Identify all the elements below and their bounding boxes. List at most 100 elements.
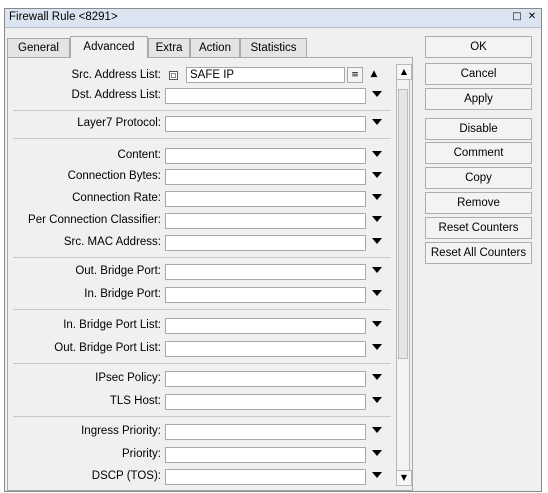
- divider: [13, 257, 391, 258]
- priority-field[interactable]: [165, 447, 366, 463]
- tab-general[interactable]: General: [7, 38, 70, 57]
- tab-advanced[interactable]: Advanced: [70, 36, 148, 58]
- negate-checkbox[interactable]: [169, 71, 178, 80]
- comment-button[interactable]: Comment: [425, 142, 532, 164]
- scroll-down-icon[interactable]: ▼: [396, 470, 412, 486]
- dropdown-arrow-icon[interactable]: [372, 119, 382, 125]
- divider: [13, 416, 391, 417]
- disable-button[interactable]: Disable: [425, 118, 532, 140]
- out-bridge-port-row: Out. Bridge Port:: [8, 264, 388, 282]
- per-connection-classifier-row: Per Connection Classifier:: [8, 213, 388, 231]
- dropdown-arrow-icon[interactable]: [372, 450, 382, 456]
- priority-label: Priority:: [122, 448, 161, 460]
- title-bar[interactable]: Firewall Rule <8291> □ ✕: [5, 9, 541, 28]
- dscp-tos-field[interactable]: [165, 469, 366, 485]
- connection-rate-label: Connection Rate:: [72, 192, 161, 204]
- tls-host-field[interactable]: [165, 394, 366, 410]
- dropdown-arrow-icon[interactable]: [372, 472, 382, 478]
- ingress-priority-field[interactable]: [165, 424, 366, 440]
- per-connection-classifier-field[interactable]: [165, 213, 366, 229]
- dropdown-arrow-icon[interactable]: [372, 91, 382, 97]
- in-bridge-port-label: In. Bridge Port:: [84, 288, 161, 300]
- ingress-priority-row: Ingress Priority:: [8, 424, 388, 442]
- dropdown-arrow-icon[interactable]: [372, 427, 382, 433]
- connection-bytes-field[interactable]: [165, 169, 366, 185]
- connection-rate-row: Connection Rate:: [8, 191, 388, 209]
- in-bridge-port-field[interactable]: [165, 287, 366, 303]
- tab-statistics[interactable]: Statistics: [240, 38, 307, 57]
- dst-address-list-label: Dst. Address List:: [71, 89, 161, 101]
- dscp-tos-label: DSCP (TOS):: [91, 470, 161, 482]
- copy-button[interactable]: Copy: [425, 167, 532, 189]
- tls-host-label: TLS Host:: [109, 395, 161, 407]
- ipsec-policy-field[interactable]: [165, 371, 366, 387]
- divider: [13, 309, 391, 310]
- ipsec-policy-label: IPsec Policy:: [95, 372, 161, 384]
- dst-address-list-row: Dst. Address List:: [8, 88, 388, 106]
- content-field[interactable]: [165, 148, 366, 164]
- priority-row: Priority:: [8, 447, 388, 465]
- scrollbar-thumb[interactable]: [398, 89, 408, 359]
- ingress-priority-label: Ingress Priority:: [81, 425, 161, 437]
- connection-rate-field[interactable]: [165, 191, 366, 207]
- close-icon[interactable]: ✕: [526, 11, 538, 23]
- out-bridge-port-list-field[interactable]: [165, 341, 366, 357]
- content-row: Content:: [8, 148, 388, 166]
- dropdown-arrow-icon[interactable]: [372, 374, 382, 380]
- layer7-protocol-row: Layer7 Protocol:: [8, 116, 388, 134]
- out-bridge-port-field[interactable]: [165, 264, 366, 280]
- tab-extra[interactable]: Extra: [148, 38, 190, 57]
- divider: [13, 363, 391, 364]
- advanced-panel: Src. Address List: SAFE IP ≡ ▲ Dst. Addr…: [7, 57, 413, 491]
- ok-button[interactable]: OK: [425, 36, 532, 58]
- connection-bytes-label: Connection Bytes:: [67, 170, 161, 182]
- dropdown-arrow-icon[interactable]: [372, 151, 382, 157]
- src-address-list-row: Src. Address List: SAFE IP ≡ ▲: [8, 67, 388, 86]
- dscp-tos-row: DSCP (TOS):: [8, 469, 388, 487]
- in-bridge-port-list-field[interactable]: [165, 318, 366, 334]
- divider: [13, 138, 391, 139]
- reset-counters-button[interactable]: Reset Counters: [425, 217, 532, 239]
- restore-icon[interactable]: □: [511, 11, 523, 23]
- list-menu-icon[interactable]: ≡: [347, 67, 363, 83]
- connection-bytes-row: Connection Bytes:: [8, 169, 388, 187]
- in-bridge-port-row: In. Bridge Port:: [8, 287, 388, 305]
- src-address-list-field[interactable]: SAFE IP: [186, 67, 345, 83]
- apply-button[interactable]: Apply: [425, 88, 532, 110]
- dropdown-arrow-icon[interactable]: [372, 194, 382, 200]
- remove-button[interactable]: Remove: [425, 192, 532, 214]
- scroll-up-icon[interactable]: ▲: [396, 64, 412, 80]
- dropdown-arrow-icon[interactable]: [372, 344, 382, 350]
- cancel-button[interactable]: Cancel: [425, 63, 532, 85]
- ipsec-policy-row: IPsec Policy:: [8, 371, 388, 389]
- dst-address-list-field[interactable]: [165, 88, 366, 104]
- collapse-field-icon[interactable]: ▲: [366, 67, 382, 83]
- dropdown-arrow-icon[interactable]: [372, 172, 382, 178]
- src-address-list-label: Src. Address List:: [71, 69, 161, 81]
- out-bridge-port-label: Out. Bridge Port:: [75, 265, 161, 277]
- reset-all-counters-button[interactable]: Reset All Counters: [425, 242, 532, 264]
- dropdown-arrow-icon[interactable]: [372, 216, 382, 222]
- vertical-scrollbar[interactable]: ▲ ▼: [396, 64, 412, 486]
- dropdown-arrow-icon[interactable]: [372, 321, 382, 327]
- src-mac-address-field[interactable]: [165, 235, 366, 251]
- window-title: Firewall Rule <8291>: [9, 11, 118, 23]
- dropdown-arrow-icon[interactable]: [372, 238, 382, 244]
- dropdown-arrow-icon[interactable]: [372, 267, 382, 273]
- tab-action[interactable]: Action: [190, 38, 240, 57]
- layer7-protocol-field[interactable]: [165, 116, 366, 132]
- firewall-rule-window: Firewall Rule <8291> □ ✕ General Advance…: [4, 8, 542, 492]
- per-connection-classifier-label: Per Connection Classifier:: [28, 214, 161, 226]
- dropdown-arrow-icon[interactable]: [372, 290, 382, 296]
- out-bridge-port-list-row: Out. Bridge Port List:: [8, 341, 388, 359]
- divider: [13, 110, 391, 111]
- src-mac-address-row: Src. MAC Address:: [8, 235, 388, 253]
- in-bridge-port-list-row: In. Bridge Port List:: [8, 318, 388, 336]
- content-label: Content:: [117, 149, 161, 161]
- src-mac-address-label: Src. MAC Address:: [63, 236, 161, 248]
- layer7-protocol-label: Layer7 Protocol:: [77, 117, 161, 129]
- dropdown-arrow-icon[interactable]: [372, 397, 382, 403]
- in-bridge-port-list-label: In. Bridge Port List:: [63, 319, 161, 331]
- tls-host-row: TLS Host:: [8, 394, 388, 412]
- out-bridge-port-list-label: Out. Bridge Port List:: [54, 342, 161, 354]
